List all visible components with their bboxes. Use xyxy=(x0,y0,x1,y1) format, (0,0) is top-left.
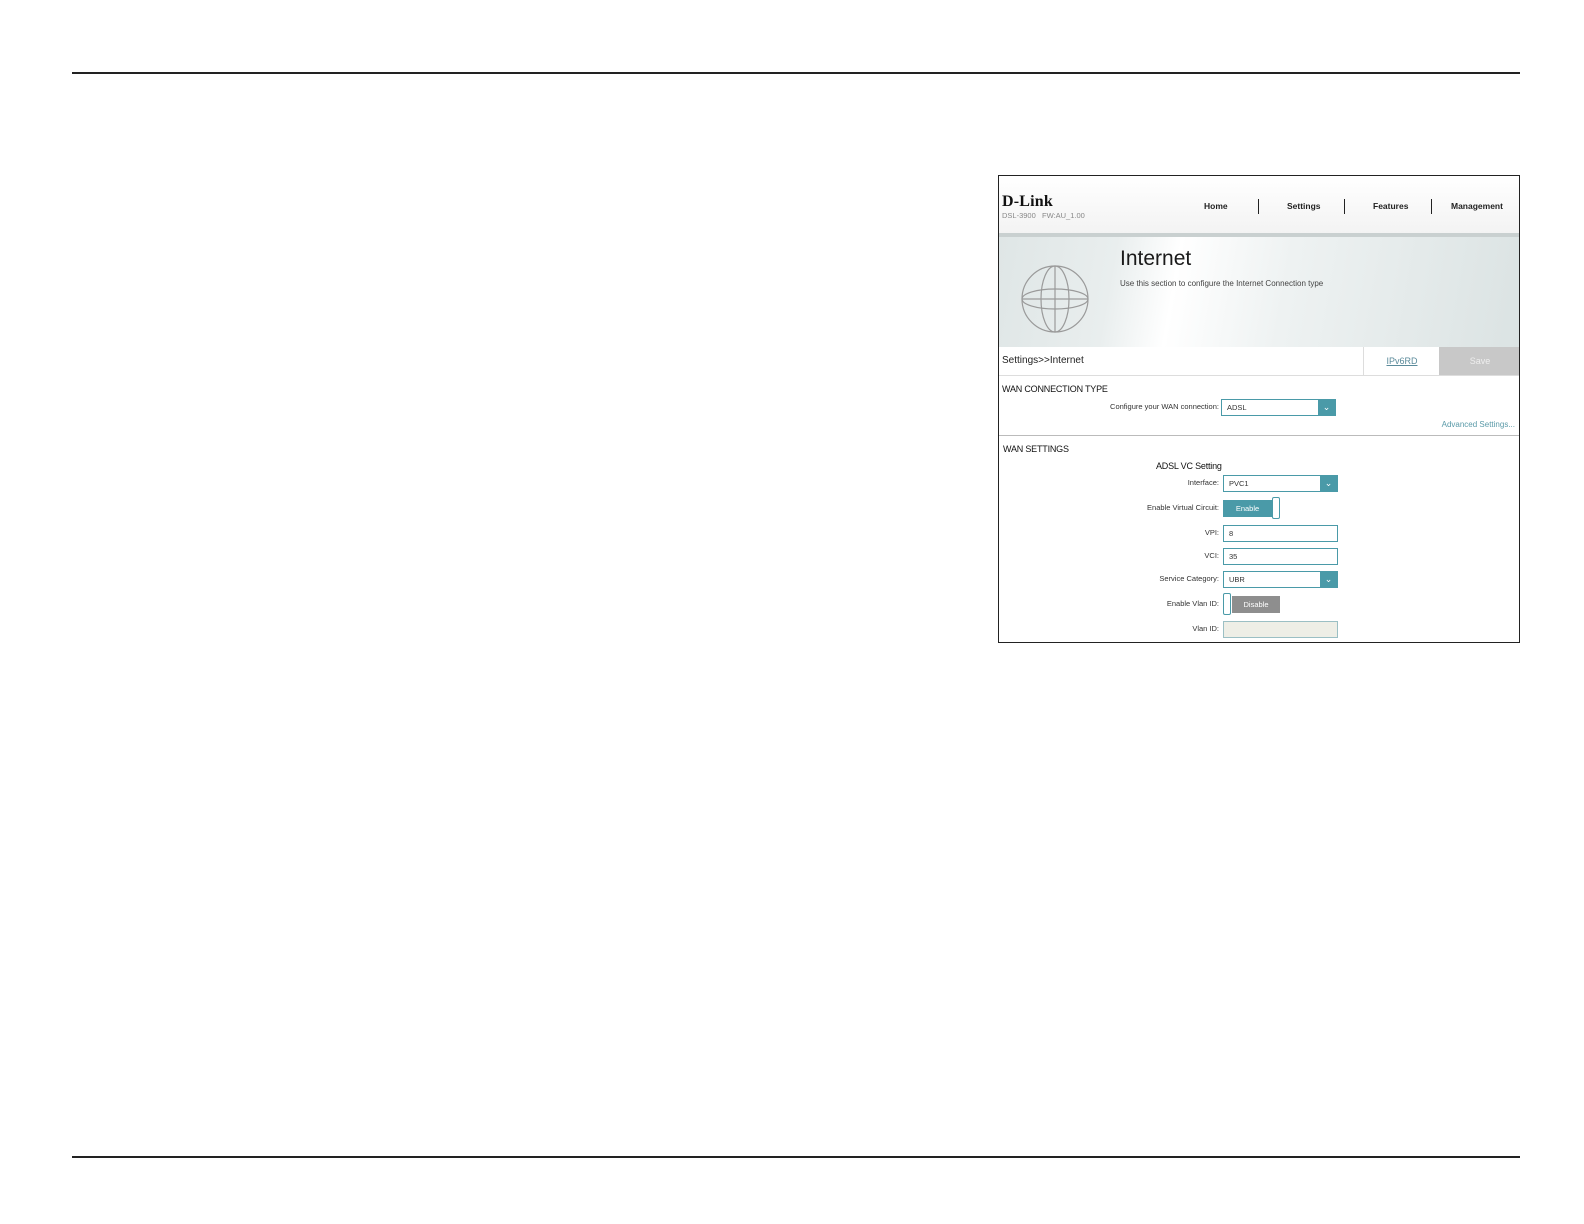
nav-settings[interactable]: Settings xyxy=(1287,201,1321,211)
wan-connection-select[interactable]: ADSL ⌄ xyxy=(1221,399,1336,416)
vci-input[interactable]: 35 xyxy=(1223,548,1338,565)
interface-select[interactable]: PVC1 ⌄ xyxy=(1223,475,1338,492)
vpi-input[interactable]: 8 xyxy=(1223,525,1338,542)
advanced-settings-link[interactable]: Advanced Settings... xyxy=(1442,420,1515,429)
service-category-select[interactable]: UBR ⌄ xyxy=(1223,571,1338,588)
wan-connection-value: ADSL xyxy=(1227,403,1247,412)
interface-value: PVC1 xyxy=(1229,479,1249,488)
toggle-knob xyxy=(1272,497,1280,519)
dlink-logo: D-Link xyxy=(1002,193,1053,210)
toggle-disable-label: Disable xyxy=(1232,596,1280,613)
service-category-value: UBR xyxy=(1229,575,1245,584)
vci-value: 35 xyxy=(1229,552,1238,561)
vlan-enable-toggle[interactable]: Disable xyxy=(1223,593,1281,615)
vlan-id-label: Vlan ID: xyxy=(1192,624,1219,633)
breadcrumb-separator: >> xyxy=(1038,355,1050,366)
page-description: Use this section to configure the Intern… xyxy=(1120,279,1324,288)
breadcrumb-current: Internet xyxy=(1049,355,1084,366)
toggle-enable-label: Enable xyxy=(1223,500,1272,517)
wan-settings-title: WAN SETTINGS xyxy=(1003,444,1069,454)
nav-separator xyxy=(1344,199,1345,214)
breadcrumb-parent[interactable]: Settings xyxy=(1002,355,1038,366)
chevron-down-icon: ⌄ xyxy=(1318,400,1335,415)
page-top-rule xyxy=(72,72,1520,74)
nav-home[interactable]: Home xyxy=(1204,201,1228,211)
chevron-down-icon: ⌄ xyxy=(1320,476,1337,491)
globe-icon xyxy=(1021,265,1089,333)
chevron-down-icon: ⌄ xyxy=(1320,572,1337,587)
wan-connection-title: WAN CONNECTION TYPE xyxy=(1002,384,1108,394)
page-title: Internet xyxy=(1120,247,1192,270)
wan-connection-label: Configure your WAN connection: xyxy=(1110,402,1219,411)
interface-label: Interface: xyxy=(1187,478,1219,487)
vlan-id-input[interactable] xyxy=(1223,621,1338,638)
toggle-knob xyxy=(1223,593,1231,615)
nav-separator xyxy=(1258,199,1259,214)
nav-features[interactable]: Features xyxy=(1373,201,1408,211)
adsl-vc-setting-subtitle: ADSL VC Setting xyxy=(1156,461,1222,471)
page-banner: Internet Use this section to configure t… xyxy=(999,233,1519,347)
nav-separator xyxy=(1431,199,1432,214)
breadcrumb-bar: Settings>>Internet IPv6RD Save xyxy=(999,347,1519,376)
service-category-label: Service Category: xyxy=(1159,574,1219,583)
vci-label: VCI: xyxy=(1204,551,1219,560)
vpi-label: VPI: xyxy=(1204,528,1219,537)
virtual-circuit-label: Enable Virtual Circuit: xyxy=(1147,503,1219,512)
ipv6rd-link[interactable]: IPv6RD xyxy=(1363,347,1440,375)
vpi-value: 8 xyxy=(1229,529,1234,538)
vlan-enable-label: Enable Vlan ID: xyxy=(1166,599,1219,608)
model-firmware-text: DSL-3900 FW:AU_1.00 xyxy=(1002,211,1085,220)
top-header: D-Link DSL-3900 FW:AU_1.00 Home Settings… xyxy=(999,176,1519,233)
nav-management[interactable]: Management xyxy=(1451,201,1503,211)
page-bottom-rule xyxy=(72,1156,1520,1158)
router-ui-screenshot: D-Link DSL-3900 FW:AU_1.00 Home Settings… xyxy=(998,175,1520,643)
section-divider xyxy=(999,435,1519,436)
save-button[interactable]: Save xyxy=(1439,347,1519,375)
virtual-circuit-toggle[interactable]: Enable xyxy=(1223,497,1283,519)
breadcrumb: Settings>>Internet xyxy=(1002,355,1084,366)
